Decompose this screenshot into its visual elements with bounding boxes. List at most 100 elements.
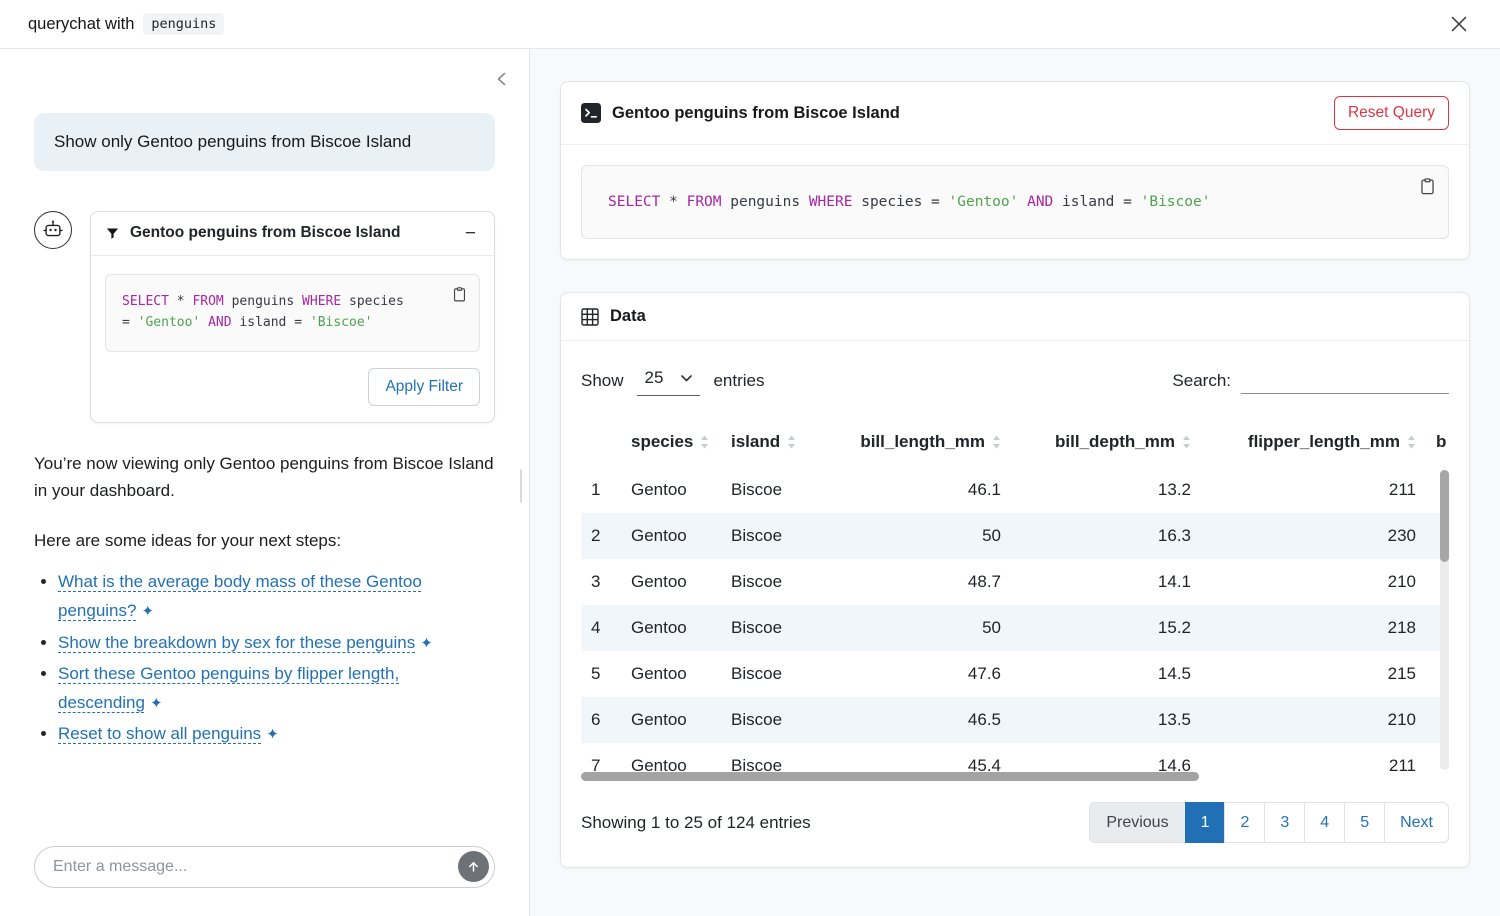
pagination-page-1[interactable]: 1 bbox=[1185, 802, 1226, 843]
suggestion-list: What is the average body mass of these G… bbox=[34, 568, 495, 748]
table-cell: Gentoo bbox=[621, 605, 721, 651]
sort-icon bbox=[1407, 435, 1416, 449]
search-input[interactable] bbox=[1241, 368, 1449, 394]
clipboard-icon bbox=[1418, 177, 1437, 196]
table-cell: Gentoo bbox=[621, 697, 721, 743]
suggestion-link[interactable]: Sort these Gentoo penguins by flipper le… bbox=[58, 664, 399, 712]
table-search: Search: bbox=[1172, 368, 1449, 394]
data-card: Data Show 25 entries Sear bbox=[560, 292, 1470, 868]
table-cell: 211 bbox=[1201, 743, 1426, 786]
sql-token: 'Gentoo' bbox=[949, 194, 1019, 210]
robot-icon bbox=[42, 219, 64, 241]
query-card: Gentoo penguins from Biscoe Island Reset… bbox=[560, 81, 1470, 260]
chat-sidebar: Show only Gentoo penguins from Biscoe Is… bbox=[0, 49, 530, 916]
table-cell: 2 bbox=[581, 513, 621, 559]
collapse-card-button[interactable]: − bbox=[461, 224, 480, 243]
table-cell: Biscoe bbox=[721, 605, 831, 651]
copy-button[interactable] bbox=[1416, 175, 1439, 202]
page-length-select[interactable]: 25 bbox=[637, 365, 701, 396]
suggestion-item: Sort these Gentoo penguins by flipper le… bbox=[58, 660, 495, 717]
table-cell: 210 bbox=[1201, 559, 1426, 605]
sparkle-icon: ✦ bbox=[150, 695, 163, 712]
table-cell: 15.2 bbox=[1011, 605, 1201, 651]
apply-filter-button[interactable]: Apply Filter bbox=[368, 368, 480, 406]
sql-token: FROM bbox=[192, 294, 223, 309]
sql-token: SELECT bbox=[122, 294, 169, 309]
horizontal-scrollbar[interactable] bbox=[581, 772, 1199, 781]
table-cell: 230 bbox=[1201, 513, 1426, 559]
table-cell: 13.5 bbox=[1011, 697, 1201, 743]
sort-icon bbox=[992, 435, 1001, 449]
table-scroll-area: species island bill_length_mm bill_depth_mm… bbox=[581, 420, 1449, 786]
sparkle-icon: ✦ bbox=[141, 603, 154, 620]
suggestion-link[interactable]: Show the breakdown by sex for these peng… bbox=[58, 633, 415, 652]
arrow-up-icon bbox=[466, 859, 481, 874]
pagination-previous[interactable]: Previous bbox=[1089, 802, 1185, 843]
app-title: querychat with bbox=[28, 15, 134, 34]
sql-token: penguins bbox=[722, 194, 809, 210]
table-cell: Gentoo bbox=[621, 559, 721, 605]
sql-token: * bbox=[169, 294, 192, 309]
column-header[interactable]: bill_depth_mm bbox=[1011, 420, 1201, 467]
column-header[interactable]: flipper_length_mm bbox=[1201, 420, 1426, 467]
table-row: 4GentooBiscoe5015.2218 bbox=[581, 605, 1449, 651]
pagination-page-4[interactable]: 4 bbox=[1304, 802, 1345, 843]
table-row: 3GentooBiscoe48.714.1210 bbox=[581, 559, 1449, 605]
table-cell: 4 bbox=[581, 605, 621, 651]
table-cell: 210 bbox=[1201, 697, 1426, 743]
table-body: 1GentooBiscoe46.113.22112GentooBiscoe501… bbox=[581, 467, 1449, 786]
data-table: species island bill_length_mm bill_depth_mm… bbox=[581, 420, 1449, 786]
dataset-chip: penguins bbox=[143, 13, 224, 35]
table-grid-icon bbox=[581, 308, 599, 326]
page-length-value: 25 bbox=[645, 368, 664, 388]
table-cell: 6 bbox=[581, 697, 621, 743]
data-card-title: Data bbox=[610, 307, 646, 326]
data-card-header: Data bbox=[561, 293, 1469, 341]
suggestion-link[interactable]: What is the average body mass of these G… bbox=[58, 572, 422, 620]
column-label: species bbox=[631, 432, 693, 451]
topbar: querychat with penguins bbox=[0, 0, 1500, 49]
table-cell: 50 bbox=[831, 605, 1011, 651]
table-row: 6GentooBiscoe46.513.5210 bbox=[581, 697, 1449, 743]
sql-token: AND bbox=[1027, 194, 1053, 210]
column-label: bill_length_mm bbox=[860, 432, 985, 451]
send-button[interactable] bbox=[458, 851, 489, 882]
sql-token: penguins bbox=[224, 294, 302, 309]
sql-token: 'Gentoo' bbox=[138, 315, 201, 330]
sql-token: 'Biscoe' bbox=[1141, 194, 1211, 210]
table-cell: 47.6 bbox=[831, 651, 1011, 697]
column-header[interactable]: species bbox=[621, 420, 721, 467]
column-header[interactable]: island bbox=[721, 420, 831, 467]
table-cell: 16.3 bbox=[1011, 513, 1201, 559]
sort-icon bbox=[700, 435, 709, 449]
page-length-control: Show 25 entries bbox=[581, 365, 764, 396]
suggestion-link[interactable]: Reset to show all penguins bbox=[58, 724, 261, 743]
sql-token: island = bbox=[1053, 194, 1140, 210]
table-cell: Biscoe bbox=[721, 651, 831, 697]
vertical-scrollbar[interactable] bbox=[1440, 470, 1449, 562]
sql-token bbox=[200, 315, 208, 330]
table-cell: 46.1 bbox=[831, 467, 1011, 513]
table-controls: Show 25 entries Search: bbox=[581, 365, 1449, 396]
copy-button[interactable] bbox=[449, 284, 470, 309]
pagination-page-2[interactable]: 2 bbox=[1224, 802, 1265, 843]
sidebar-collapse-button[interactable] bbox=[492, 67, 511, 94]
message-input[interactable] bbox=[34, 846, 495, 888]
filter-card-header: Gentoo penguins from Biscoe Island − bbox=[91, 212, 494, 256]
pagination-page-3[interactable]: 3 bbox=[1264, 802, 1305, 843]
show-label: Show bbox=[581, 371, 624, 391]
chevron-down-icon bbox=[681, 375, 692, 382]
sidebar-resize-handle[interactable] bbox=[520, 469, 522, 503]
chevron-left-icon bbox=[496, 71, 507, 87]
table-cell: Biscoe bbox=[721, 467, 831, 513]
reset-query-button[interactable]: Reset Query bbox=[1334, 96, 1449, 130]
close-button[interactable] bbox=[1446, 11, 1472, 37]
table-row: 1GentooBiscoe46.113.2211 bbox=[581, 467, 1449, 513]
sql-token: FROM bbox=[687, 194, 722, 210]
table-cell: Biscoe bbox=[721, 697, 831, 743]
table-header-row: species island bill_length_mm bill_depth_mm… bbox=[581, 420, 1449, 467]
pagination-next[interactable]: Next bbox=[1384, 802, 1449, 843]
table-cell: 50 bbox=[831, 513, 1011, 559]
column-header[interactable]: bill_length_mm bbox=[831, 420, 1011, 467]
pagination-page-5[interactable]: 5 bbox=[1344, 802, 1385, 843]
